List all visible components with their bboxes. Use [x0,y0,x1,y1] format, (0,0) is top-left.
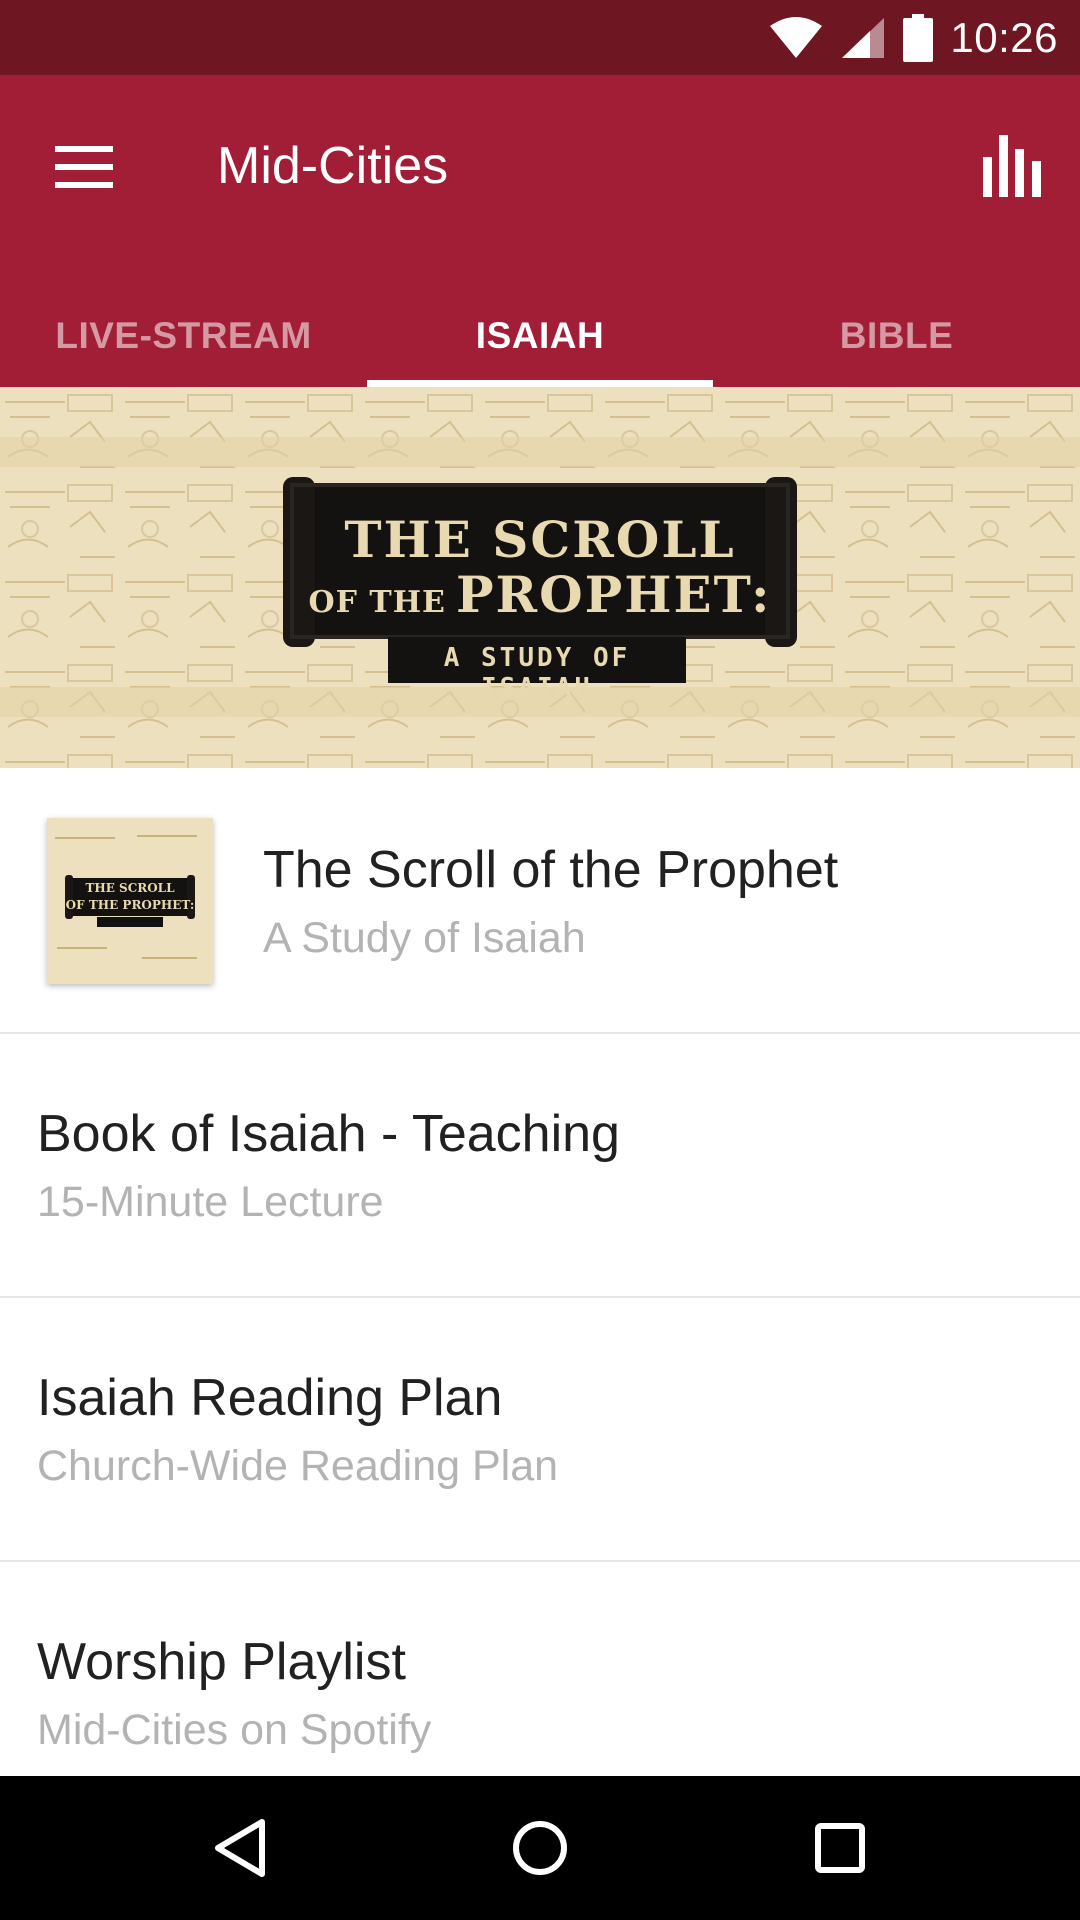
system-nav-bar [0,1776,1080,1920]
list-item-title: Book of Isaiah - Teaching [37,1105,620,1163]
tab-live-stream[interactable]: LIVE-STREAM [0,285,367,387]
list-item-title: Isaiah Reading Plan [37,1369,503,1427]
list-item[interactable]: THE SCROLL OF THE PROPHET: The Scroll of… [0,768,1080,1034]
battery-icon [903,13,934,62]
tab-label: LIVE-STREAM [55,315,312,356]
list-item[interactable]: Isaiah Reading Plan Church-Wide Reading … [0,1298,1080,1562]
status-bar: 10:26 [0,0,1080,75]
banner-prophet: PROPHET: [455,565,772,624]
svg-text:OF THE PROPHET:: OF THE PROPHET: [66,898,195,912]
banner-title-line1: THE SCROLL [344,510,736,569]
tab-indicator [367,380,713,387]
tab-isaiah[interactable]: ISAIAH [367,285,713,387]
menu-button[interactable] [44,127,124,207]
banner-subtitle: A STUDY OF ISAIAH [443,643,631,703]
series-banner[interactable]: THE SCROLL OF THE PROPHET: A STUDY OF ISA… [0,387,1080,768]
back-button[interactable] [160,1776,320,1920]
tab-label: BIBLE [839,315,954,356]
signal-icon [842,17,885,58]
recents-icon [815,1823,865,1873]
svg-text:THE SCROLL: THE SCROLL [85,881,175,895]
app-bar: Mid-Cities LIVE-STREAM ISAIAH BIBLE [0,75,1080,387]
list-item-subtitle: A Study of Isaiah [263,914,586,962]
tab-label: ISAIAH [475,315,605,356]
wifi-icon [770,16,823,58]
banner-title-line2: OF THE PROPHET: [0,565,1080,624]
clock: 10:26 [950,13,1058,61]
list-item-subtitle: Church-Wide Reading Plan [37,1442,559,1490]
thumbnail-artwork: THE SCROLL OF THE PROPHET: [47,818,213,984]
back-icon [215,1819,265,1877]
list-item-subtitle: 15-Minute Lecture [37,1178,384,1226]
list-item-title: Worship Playlist [37,1633,406,1691]
home-icon [513,1821,567,1875]
list-item-subtitle: Mid-Cities on Spotify [37,1706,432,1754]
stats-button[interactable] [974,121,1050,211]
tab-bar: LIVE-STREAM ISAIAH BIBLE [0,285,1080,387]
recents-button[interactable] [760,1776,920,1920]
series-thumbnail: THE SCROLL OF THE PROPHET: [47,818,213,984]
tab-bible[interactable]: BIBLE [713,285,1080,387]
hamburger-menu-icon [55,146,113,188]
bar-chart-icon [983,135,1041,197]
app-title: Mid-Cities [217,137,449,195]
content-list: THE SCROLL OF THE PROPHET: The Scroll of… [0,768,1080,1824]
list-item[interactable]: Book of Isaiah - Teaching 15-Minute Lect… [0,1034,1080,1298]
status-icons: 10:26 [768,0,1058,75]
list-item-title: The Scroll of the Prophet [263,841,839,899]
home-button[interactable] [460,1776,620,1920]
banner-of-the: OF THE [308,585,446,620]
